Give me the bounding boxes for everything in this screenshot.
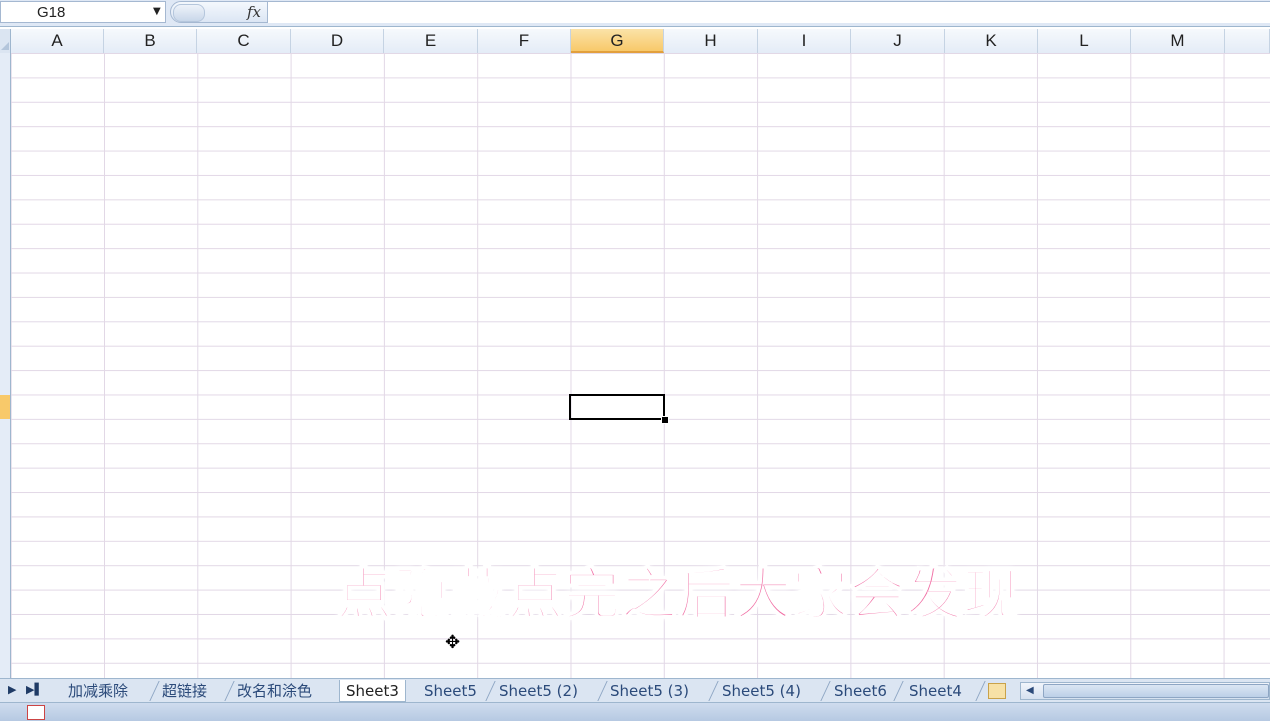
sheet-tab-sheet4[interactable]: Sheet4 (903, 680, 968, 702)
insert-function-icon[interactable]: fx (247, 3, 261, 21)
formula-buttons: fx (170, 1, 268, 23)
sheet-tab-1[interactable]: 加减乘除 (62, 680, 134, 702)
sheet-tab-sheet5-3[interactable]: Sheet5 (3) (604, 680, 695, 702)
formula-bar: G18 ▼ fx (0, 0, 1270, 27)
column-header-c[interactable]: C (197, 29, 291, 53)
fill-handle[interactable] (661, 416, 669, 424)
active-cell-g18[interactable] (569, 394, 665, 420)
formula-resize-handle[interactable] (173, 4, 205, 22)
next-sheet-icon[interactable]: ▶ (8, 683, 16, 696)
column-header-d[interactable]: D (291, 29, 384, 53)
row-header-active[interactable] (0, 395, 10, 419)
column-header-f[interactable]: F (478, 29, 571, 53)
column-header-b[interactable]: B (104, 29, 197, 53)
column-header-n[interactable]: N (1225, 29, 1270, 53)
name-box-value: G18 (37, 4, 66, 21)
status-bar (0, 702, 1270, 721)
column-header-j[interactable]: J (851, 29, 945, 53)
column-header-row: A B C D E F G H I J K L M N (0, 29, 1270, 54)
horizontal-scrollbar[interactable]: ◀ (1020, 682, 1270, 700)
sheet-tab-sheet3[interactable]: Sheet3 (339, 680, 406, 702)
column-header-a[interactable]: A (11, 29, 104, 53)
select-all-icon (1, 42, 9, 50)
chevron-down-icon[interactable]: ▼ (153, 6, 161, 17)
column-header-m[interactable]: M (1131, 29, 1225, 53)
sheet-tab-sheet6[interactable]: Sheet6 (828, 680, 893, 702)
column-header-k[interactable]: K (945, 29, 1038, 53)
tab-divider (975, 681, 986, 701)
macro-record-icon[interactable] (27, 705, 45, 720)
sheet-tab-2[interactable]: 超链接 (156, 680, 213, 702)
column-header-e[interactable]: E (384, 29, 478, 53)
scroll-thumb[interactable] (1043, 684, 1269, 698)
column-header-g[interactable]: G (571, 29, 664, 53)
name-box[interactable]: G18 ▼ (0, 1, 166, 23)
insert-sheet-icon[interactable] (988, 683, 1006, 699)
video-caption: 点隐藏点完之后大家会发现 (335, 562, 1020, 629)
select-all-corner[interactable] (0, 29, 11, 53)
column-header-i[interactable]: I (758, 29, 851, 53)
row-header-strip[interactable] (0, 53, 11, 678)
formula-input[interactable] (268, 1, 1270, 23)
sheet-tab-sheet5[interactable]: Sheet5 (418, 680, 483, 702)
column-header-l[interactable]: L (1038, 29, 1131, 53)
sheet-tab-sheet5-4[interactable]: Sheet5 (4) (716, 680, 807, 702)
sheet-tab-sheet5-2[interactable]: Sheet5 (2) (493, 680, 584, 702)
scroll-left-icon[interactable]: ◀ (1026, 685, 1034, 696)
cross-cursor-icon: ✥ (445, 632, 461, 653)
sheet-tab-3[interactable]: 改名和涂色 (231, 680, 318, 702)
last-sheet-icon[interactable]: ▶▌ (26, 683, 43, 696)
sheet-tab-bar: ▶ ▶▌ 加减乘除 超链接 改名和涂色 Sheet3 Sheet5 Sheet5… (0, 678, 1270, 703)
column-header-h[interactable]: H (664, 29, 758, 53)
